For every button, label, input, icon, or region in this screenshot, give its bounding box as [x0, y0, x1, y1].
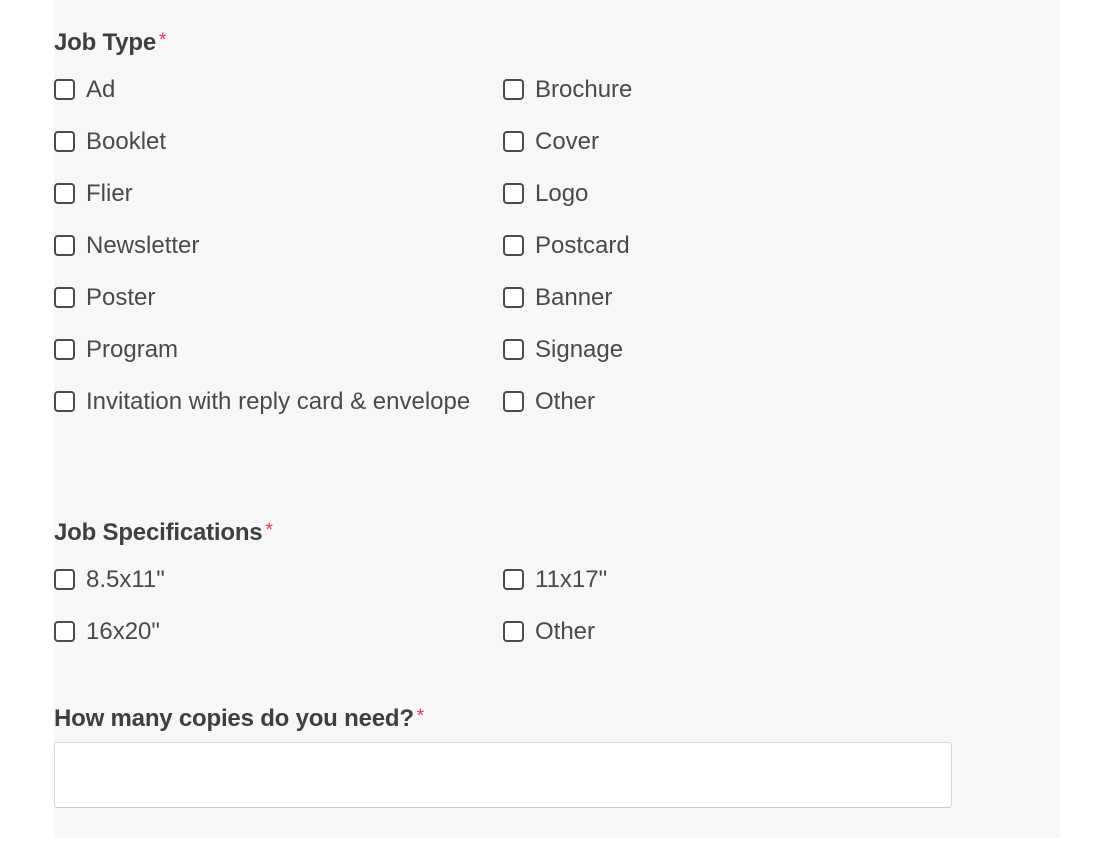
checkbox-label: Ad — [86, 76, 116, 103]
group-label-text: Job Specifications — [54, 519, 263, 546]
checkbox-icon[interactable] — [54, 391, 75, 412]
checkbox-item-logo[interactable]: Logo — [503, 168, 952, 220]
checkbox-label: Other — [535, 618, 596, 645]
checkbox-item-brochure[interactable]: Brochure — [503, 64, 952, 116]
checkbox-label: Flier — [86, 180, 133, 207]
checkbox-column-right: 11x17" Other — [503, 554, 952, 658]
checkbox-label: Other — [535, 388, 596, 415]
checkbox-item-8-5x11[interactable]: 8.5x11" — [54, 554, 503, 606]
checkbox-item-postcard[interactable]: Postcard — [503, 220, 952, 272]
checkbox-item-banner[interactable]: Banner — [503, 272, 952, 324]
required-asterisk: * — [416, 706, 424, 727]
checkbox-item-other-spec[interactable]: Other — [503, 606, 952, 658]
group-label-job-type: Job Type * — [54, 26, 952, 58]
checkbox-item-11x17[interactable]: 11x17" — [503, 554, 952, 606]
checkbox-label: Program — [86, 336, 179, 363]
checkbox-label: Invitation with reply card & envelope — [86, 388, 471, 415]
group-label-job-specifications: Job Specifications * — [54, 516, 952, 548]
checkbox-label: Banner — [535, 284, 613, 311]
group-label-text: How many copies do you need? — [54, 705, 414, 732]
checkbox-label: Booklet — [86, 128, 167, 155]
label-copies-question: How many copies do you need? * — [54, 702, 952, 734]
checkbox-item-booklet[interactable]: Booklet — [54, 116, 503, 168]
checkbox-label: Cover — [535, 128, 600, 155]
checkbox-item-poster[interactable]: Poster — [54, 272, 503, 324]
checkbox-column-left: 8.5x11" 16x20" — [54, 554, 503, 658]
checkbox-grid-job-type: Ad Booklet Flier Newsletter Poster Progr… — [54, 64, 952, 480]
field-group-job-type: Job Type * Ad Booklet Flier Newsletter Po… — [54, 26, 952, 480]
checkbox-item-program[interactable]: Program — [54, 324, 503, 376]
checkbox-label: Poster — [86, 284, 156, 311]
checkbox-icon[interactable] — [54, 569, 75, 590]
field-group-copies: How many copies do you need? * — [54, 702, 952, 808]
checkbox-icon[interactable] — [503, 235, 524, 256]
checkbox-icon[interactable] — [503, 287, 524, 308]
checkbox-icon[interactable] — [54, 131, 75, 152]
checkbox-icon[interactable] — [54, 339, 75, 360]
checkbox-item-16x20[interactable]: 16x20" — [54, 606, 503, 658]
checkbox-icon[interactable] — [503, 79, 524, 100]
checkbox-icon[interactable] — [54, 183, 75, 204]
checkbox-label: Logo — [535, 180, 589, 207]
checkbox-icon[interactable] — [54, 235, 75, 256]
field-group-job-specifications: Job Specifications * 8.5x11" 16x20" 11x17… — [54, 516, 952, 666]
checkbox-grid-job-specifications: 8.5x11" 16x20" 11x17" Other — [54, 554, 952, 666]
copies-input[interactable] — [54, 742, 952, 808]
checkbox-icon[interactable] — [503, 569, 524, 590]
checkbox-icon[interactable] — [503, 391, 524, 412]
checkbox-item-invitation[interactable]: Invitation with reply card & envelope — [54, 376, 474, 424]
group-label-text: Job Type — [54, 29, 156, 56]
checkbox-icon[interactable] — [54, 79, 75, 100]
checkbox-icon[interactable] — [503, 621, 524, 642]
form-panel: Job Type * Ad Booklet Flier Newsletter Po… — [54, 0, 1060, 838]
checkbox-column-left: Ad Booklet Flier Newsletter Poster Progr… — [54, 64, 503, 424]
checkbox-label: 11x17" — [535, 566, 608, 593]
checkbox-label: 8.5x11" — [86, 566, 165, 593]
checkbox-icon[interactable] — [54, 621, 75, 642]
checkbox-label: 16x20" — [86, 618, 160, 645]
required-asterisk: * — [158, 30, 167, 51]
checkbox-icon[interactable] — [503, 131, 524, 152]
checkbox-label: Newsletter — [86, 232, 200, 259]
checkbox-item-cover[interactable]: Cover — [503, 116, 952, 168]
checkbox-item-signage[interactable]: Signage — [503, 324, 952, 376]
checkbox-item-flier[interactable]: Flier — [54, 168, 503, 220]
checkbox-item-newsletter[interactable]: Newsletter — [54, 220, 503, 272]
checkbox-item-ad[interactable]: Ad — [54, 64, 503, 116]
required-asterisk: * — [265, 520, 273, 541]
checkbox-icon[interactable] — [503, 183, 524, 204]
checkbox-label: Signage — [535, 336, 624, 363]
checkbox-icon[interactable] — [503, 339, 524, 360]
checkbox-label: Brochure — [535, 76, 633, 103]
checkbox-item-other-jobtype[interactable]: Other — [503, 376, 952, 428]
checkbox-icon[interactable] — [54, 287, 75, 308]
checkbox-column-right: Brochure Cover Logo Postcard Banner Sign… — [503, 64, 952, 428]
checkbox-label: Postcard — [535, 232, 630, 259]
